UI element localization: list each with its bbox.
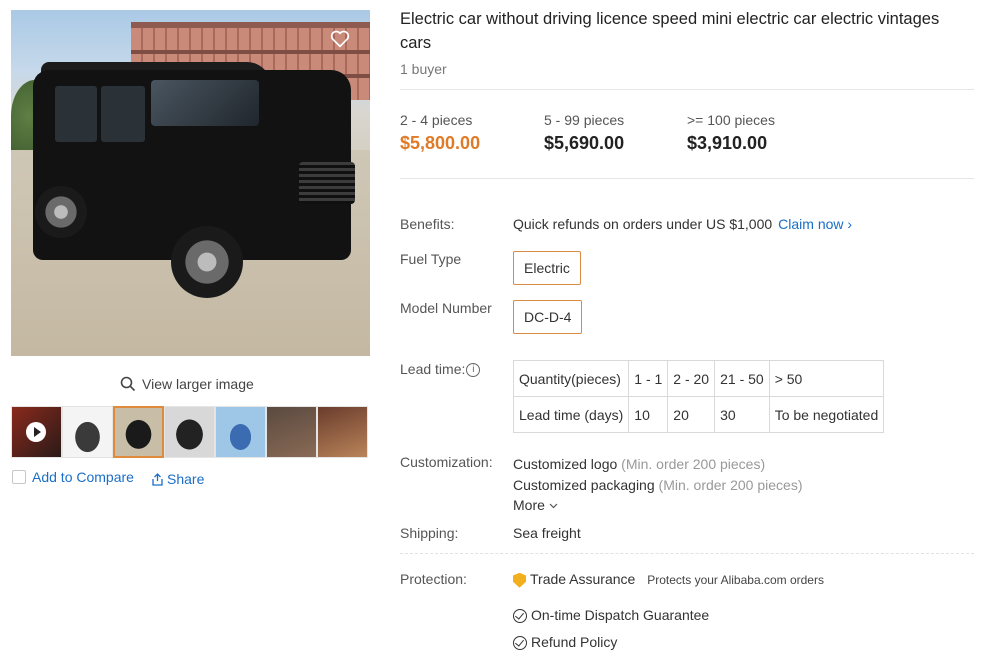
search-icon — [120, 376, 136, 392]
price-tier: >= 100 pieces $3,910.00 — [687, 112, 775, 154]
customization-item: Customized logo (Min. order 200 pieces) — [513, 454, 802, 475]
thumbnail-image[interactable] — [266, 406, 317, 458]
model-number-option[interactable]: DC-D-4 — [513, 300, 583, 334]
table-row: Lead time (days) 10 20 30 To be negotiat… — [512, 396, 885, 433]
lead-time-label: Lead time: i — [400, 361, 481, 378]
tier-price: $3,910.00 — [687, 133, 768, 153]
divider — [400, 553, 974, 554]
dispatch-guarantee: On-time Dispatch Guarantee — [513, 607, 710, 624]
customization-note: (Min. order 200 pieces) — [658, 476, 803, 493]
table-cell: To be negotiated — [768, 396, 885, 433]
table-cell: Quantity(pieces) — [512, 360, 630, 397]
trade-assurance-note: Protects your Alibaba.com orders — [647, 573, 824, 587]
customization-note: (Min. order 200 pieces) — [621, 456, 766, 472]
divider — [400, 178, 974, 179]
table-cell: 10 — [628, 396, 669, 433]
tier-range: >= 100 pieces — [687, 112, 775, 128]
trade-assurance-label: Trade Assurance — [530, 571, 636, 587]
share-button[interactable]: Share — [151, 471, 204, 487]
product-title: Electric car without driving licence spe… — [400, 10, 940, 52]
protection-label: Protection: — [400, 571, 467, 587]
view-larger-label: View larger image — [142, 376, 254, 392]
heart-icon[interactable] — [330, 30, 350, 48]
benefits-value: Quick refunds on orders under US $1,000 C… — [513, 216, 852, 232]
thumbnail-image[interactable] — [164, 406, 215, 458]
table-cell: 1 - 1 — [628, 360, 669, 397]
table-cell: Lead time (days) — [512, 396, 630, 433]
benefits-label: Benefits: — [400, 216, 455, 232]
add-to-compare-link[interactable]: Add to Compare — [32, 469, 134, 485]
table-cell: > 50 — [768, 360, 885, 397]
car-grille — [299, 162, 355, 204]
dispatch-label: On-time Dispatch Guarantee — [531, 607, 710, 623]
lead-time-table: Quantity(pieces) 1 - 1 2 - 20 21 - 50 > … — [512, 360, 885, 433]
customization-options: Customized logo (Min. order 200 pieces) … — [513, 454, 802, 516]
refund-policy: Refund Policy — [513, 634, 618, 651]
main-product-image[interactable] — [11, 10, 370, 356]
table-cell: 2 - 20 — [667, 360, 716, 397]
play-icon — [26, 422, 46, 442]
trade-assurance: Trade Assurance Protects your Alibaba.co… — [513, 571, 824, 588]
trade-assurance-icon — [513, 572, 526, 588]
price-tier: 5 - 99 pieces $5,690.00 — [544, 112, 624, 154]
table-cell: 21 - 50 — [714, 360, 770, 397]
customization-name: Customized packaging — [513, 476, 655, 493]
compare-checkbox[interactable] — [12, 470, 26, 484]
claim-now-link[interactable]: Claim now › — [778, 216, 852, 232]
check-circle-icon — [513, 636, 527, 651]
more-button[interactable]: More — [513, 495, 802, 516]
customization-item: Customized packaging (Min. order 200 pie… — [513, 475, 802, 496]
price-tier: 2 - 4 pieces $5,800.00 — [400, 112, 480, 154]
add-to-compare[interactable]: Add to Compare — [12, 469, 134, 485]
car-window — [55, 86, 97, 142]
fuel-type-label: Fuel Type — [400, 251, 462, 267]
tier-price: $5,800.00 — [400, 133, 481, 153]
info-icon[interactable]: i — [466, 363, 481, 378]
tier-range: 5 - 99 pieces — [544, 112, 625, 128]
car-wheel — [171, 226, 243, 298]
fuel-type-option[interactable]: Electric — [513, 251, 581, 285]
table-cell: 20 — [667, 396, 716, 433]
car-window — [101, 86, 145, 142]
buyer-count: 1 buyer — [400, 61, 447, 77]
thumbnail-video[interactable] — [11, 406, 62, 458]
refund-label: Refund Policy — [531, 634, 618, 650]
view-larger-image-button[interactable]: View larger image — [120, 376, 254, 392]
tier-price: $5,690.00 — [544, 133, 625, 153]
shipping-label: Shipping: — [400, 525, 459, 541]
model-number-label: Model Number — [400, 300, 492, 316]
shipping-value: Sea freight — [513, 525, 581, 541]
thumbnail-strip — [11, 406, 368, 458]
chevron-down-icon — [549, 503, 558, 509]
tier-range: 2 - 4 pieces — [400, 112, 473, 128]
divider — [400, 89, 974, 90]
thumbnail-image[interactable] — [215, 406, 266, 458]
customization-name: Customized logo — [513, 456, 618, 472]
benefits-text: Quick refunds on orders under US $1,000 — [513, 216, 773, 232]
thumbnail-image[interactable] — [317, 406, 368, 458]
share-label[interactable]: Share — [167, 471, 204, 487]
car-windshield — [151, 80, 259, 126]
customization-label: Customization: — [400, 454, 493, 470]
table-row: Quantity(pieces) 1 - 1 2 - 20 21 - 50 > … — [512, 360, 885, 397]
car-wheel — [35, 186, 87, 238]
lead-time-text: Lead time: — [400, 361, 466, 377]
thumbnail-image-active[interactable] — [113, 406, 164, 458]
table-cell: 30 — [714, 396, 770, 433]
check-circle-icon — [513, 609, 527, 624]
share-icon — [152, 472, 163, 486]
more-label: More — [513, 497, 545, 513]
thumbnail-image[interactable] — [62, 406, 113, 458]
